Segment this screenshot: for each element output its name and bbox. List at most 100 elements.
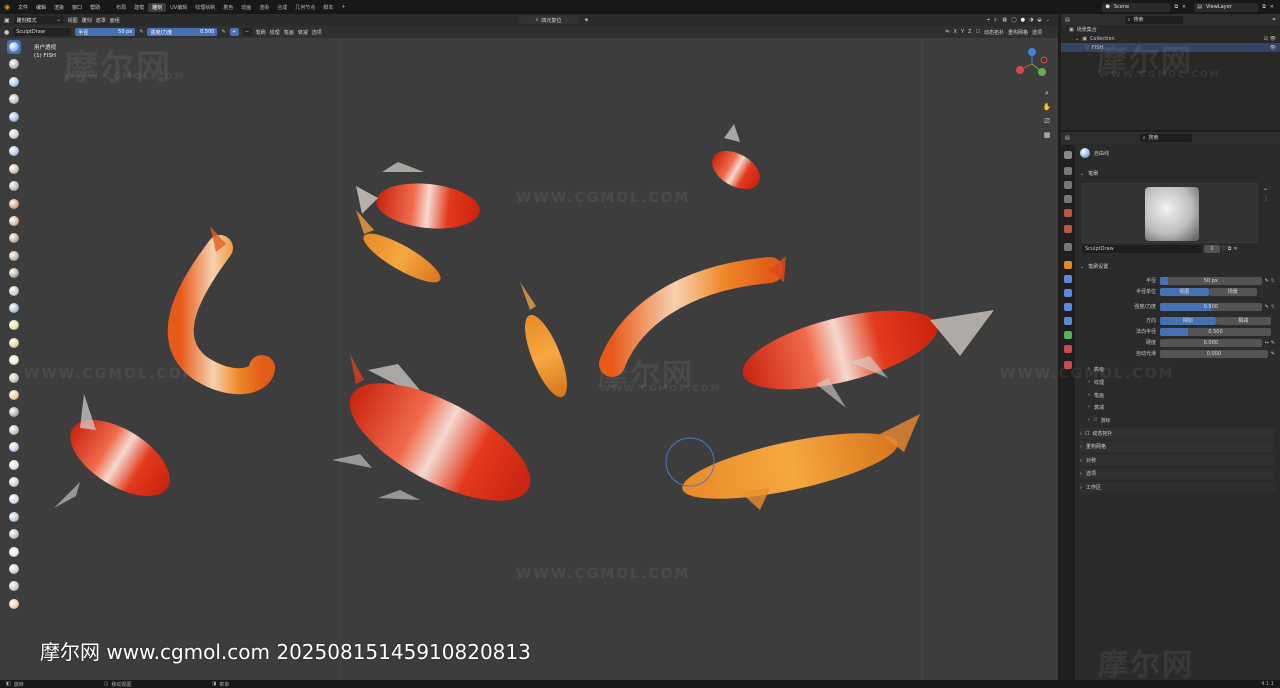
unlink-icon[interactable]: ✕ bbox=[1233, 246, 1237, 252]
collection-tab-icon[interactable] bbox=[1064, 243, 1072, 251]
direction-subtract-button[interactable]: − bbox=[242, 28, 252, 36]
strength-pressure-icon[interactable]: ✎ bbox=[221, 29, 225, 35]
panel-brush-settings[interactable]: ⌄ 笔刷设置 bbox=[1080, 261, 1275, 272]
sculpt-brush-tool-icon[interactable] bbox=[7, 545, 21, 559]
outliner-display-mode-icon[interactable]: ▤ bbox=[1065, 17, 1070, 23]
sculpt-brush-tool-icon[interactable] bbox=[7, 266, 21, 280]
camera-view-icon[interactable]: ⎚ bbox=[1041, 114, 1053, 128]
add-workspace-button[interactable]: + bbox=[337, 3, 349, 11]
brush-name-field[interactable]: SculptDraw bbox=[1082, 244, 1202, 253]
visibility-checkbox-icon[interactable]: ☑ 👁 bbox=[1264, 36, 1276, 42]
tab-scripting[interactable]: 脚本 bbox=[319, 3, 337, 12]
physics-tab-icon[interactable] bbox=[1064, 303, 1072, 311]
tab-shading[interactable]: 着色 bbox=[219, 3, 237, 12]
tab-rendering[interactable]: 渲染 bbox=[255, 3, 273, 12]
pressure-icon[interactable]: ✎ bbox=[1271, 340, 1275, 346]
dropdown-texture[interactable]: 纹理 bbox=[270, 29, 280, 36]
duplicate-icon[interactable]: ⧉ bbox=[1228, 246, 1232, 252]
sculpt-brush-tool-icon[interactable] bbox=[7, 388, 21, 402]
close-view-layer-icon[interactable]: ✕ bbox=[1270, 4, 1274, 10]
shading-solid-icon[interactable]: ● bbox=[1021, 17, 1025, 23]
snap-icon[interactable]: ◈ bbox=[585, 17, 589, 23]
auto-smooth-slider[interactable]: 0.000 bbox=[1160, 349, 1268, 358]
sculpt-brush-tool-icon[interactable] bbox=[7, 301, 21, 315]
menu-file[interactable]: 文件 bbox=[14, 4, 32, 11]
sculpt-brush-tool-icon[interactable] bbox=[7, 353, 21, 367]
menu-sculpt[interactable]: 雕刻 bbox=[82, 17, 92, 24]
sculpt-brush-tool-icon[interactable] bbox=[7, 92, 21, 106]
chevron-down-icon[interactable]: ⌄ bbox=[1263, 184, 1269, 194]
draw-brush-tool-icon[interactable] bbox=[7, 40, 21, 54]
shading-options-icon[interactable]: ⌄ bbox=[1046, 17, 1050, 23]
pressure-icon[interactable]: ✎ bbox=[1265, 278, 1269, 284]
menu-view[interactable]: 视图 bbox=[68, 17, 78, 24]
sculpt-brush-tool-icon[interactable] bbox=[7, 284, 21, 298]
object-tab-icon[interactable] bbox=[1064, 261, 1072, 269]
options-dropdown[interactable]: 选项 bbox=[1032, 29, 1042, 36]
copy-view-layer-icon[interactable]: ⧉ bbox=[1262, 4, 1266, 10]
subpanel-stroke[interactable]: › 笔画 bbox=[1088, 390, 1104, 400]
panel-symmetry[interactable]: › 对称 bbox=[1080, 455, 1275, 466]
axis-y-toggle[interactable]: Y bbox=[961, 29, 964, 35]
pressure-icon[interactable]: ✎ bbox=[1271, 351, 1275, 357]
sculpt-brush-tool-icon[interactable] bbox=[7, 405, 21, 419]
overlay-icon[interactable]: ◐ bbox=[994, 17, 998, 23]
tab-uv-editing[interactable]: UV编辑 bbox=[166, 3, 191, 12]
eye-icon[interactable]: 👁 bbox=[1270, 45, 1276, 51]
axis-x-icon[interactable] bbox=[1016, 66, 1024, 74]
radius-field[interactable]: 半径 50 px bbox=[75, 28, 136, 36]
blender-logo-icon[interactable]: ◉ bbox=[0, 0, 14, 14]
constraints-tab-icon[interactable] bbox=[1064, 317, 1072, 325]
axis-z-icon[interactable] bbox=[1028, 48, 1036, 56]
sculpt-brush-tool-icon[interactable] bbox=[7, 75, 21, 89]
radius-pressure-icon[interactable]: ✎ bbox=[139, 29, 143, 35]
sculpt-brush-tool-icon[interactable] bbox=[7, 318, 21, 332]
sculpt-brush-tool-icon[interactable] bbox=[7, 231, 21, 245]
dropdown-falloff[interactable]: 衰减 bbox=[298, 29, 308, 36]
strength-slider[interactable]: 0.500 bbox=[1160, 302, 1262, 311]
output-tab-icon[interactable] bbox=[1064, 181, 1072, 189]
shading-wireframe-icon[interactable]: ◯ bbox=[1011, 17, 1017, 23]
sculpt-brush-tool-icon[interactable] bbox=[7, 562, 21, 576]
pan-hand-icon[interactable]: ✋ bbox=[1041, 100, 1053, 114]
radius-unit-scene-option[interactable]: 场景 bbox=[1208, 287, 1257, 296]
radius-slider[interactable]: 50 px bbox=[1160, 276, 1262, 285]
menu-render[interactable]: 渲染 bbox=[50, 4, 68, 11]
view-layer-selector[interactable]: ▤ ViewLayer bbox=[1194, 2, 1259, 12]
menu-icon[interactable]: ⋮ bbox=[1263, 194, 1269, 204]
axis-neg-x-icon[interactable] bbox=[1040, 56, 1048, 64]
sculpt-brush-tool-icon[interactable] bbox=[7, 492, 21, 506]
sculpt-brush-tool-icon[interactable] bbox=[7, 197, 21, 211]
sculpt-brush-tool-icon[interactable] bbox=[7, 127, 21, 141]
dropdown-options[interactable]: 选项 bbox=[312, 29, 322, 36]
world-tab-icon[interactable] bbox=[1064, 225, 1072, 233]
tab-sculpting[interactable]: 雕刻 bbox=[148, 2, 167, 12]
subpanel-cursor[interactable]: › ☑ 游标 bbox=[1088, 415, 1111, 425]
dropdown-brush[interactable]: 笔刷 bbox=[256, 29, 266, 36]
brush-users-count[interactable]: 2 bbox=[1204, 244, 1220, 253]
sculpt-brush-tool-icon[interactable] bbox=[7, 57, 21, 71]
panel-remesh[interactable]: › 重构网格 bbox=[1080, 441, 1275, 452]
3d-viewport[interactable]: 用户透视 (1) FISH 摩尔网 WWW.CGMOL.COM WWW.CGMO… bbox=[0, 38, 1058, 680]
sculpt-brush-tool-icon[interactable] bbox=[7, 249, 21, 263]
sculpt-brush-tool-icon[interactable] bbox=[7, 579, 21, 593]
mode-selector[interactable]: 雕刻模式 ⌄ bbox=[13, 16, 64, 24]
outliner-row-scene-collection[interactable]: ▣ 场景集合 bbox=[1061, 25, 1280, 34]
search-field[interactable]: ⌕ 四元复位 bbox=[518, 16, 579, 24]
axis-y-icon[interactable] bbox=[1038, 68, 1046, 76]
checkbox-icon[interactable]: ☐ bbox=[1085, 431, 1089, 437]
menu-face-sets[interactable]: 面组 bbox=[110, 17, 120, 24]
menu-help[interactable]: 帮助 bbox=[86, 4, 104, 11]
scene-tab-icon[interactable] bbox=[1064, 209, 1072, 217]
data-tab-icon[interactable] bbox=[1064, 331, 1072, 339]
tab-animation[interactable]: 动画 bbox=[237, 3, 255, 12]
dropdown-stroke[interactable]: 笔画 bbox=[284, 29, 294, 36]
sculpt-brush-tool-icon[interactable] bbox=[7, 440, 21, 454]
sculpt-brush-tool-icon[interactable] bbox=[7, 458, 21, 472]
shading-material-icon[interactable]: ◑ bbox=[1029, 17, 1033, 23]
menu-mask[interactable]: 遮罩 bbox=[96, 17, 106, 24]
hardness-slider[interactable]: 0.000 bbox=[1160, 338, 1262, 347]
sculpt-brush-tool-icon[interactable] bbox=[7, 162, 21, 176]
normal-radius-slider[interactable]: 0.500 bbox=[1160, 327, 1271, 336]
modifier-tab-icon[interactable] bbox=[1064, 275, 1072, 283]
